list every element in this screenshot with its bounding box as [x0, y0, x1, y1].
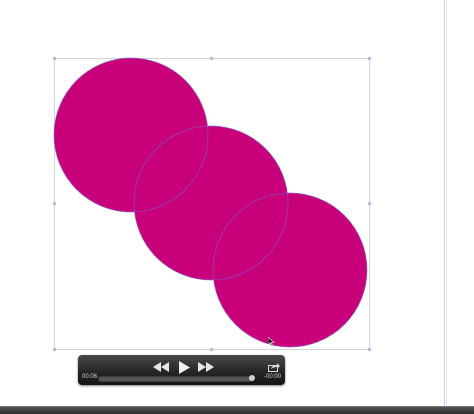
playhead-knob[interactable]	[249, 375, 255, 381]
video-player-controls: 00:06 -00:00	[78, 355, 285, 385]
circles-drawing	[53, 57, 368, 348]
share-icon	[268, 362, 280, 372]
mouse-pointer-icon	[268, 337, 275, 347]
rewind-button[interactable]	[152, 360, 170, 374]
circle-3[interactable]	[213, 193, 367, 347]
fast-forward-icon	[198, 362, 214, 372]
bottom-dock-strip	[0, 406, 474, 414]
play-button[interactable]	[177, 360, 191, 374]
rewind-icon	[153, 362, 169, 372]
remaining-time: -00:00	[263, 374, 281, 380]
share-button[interactable]	[267, 361, 281, 372]
progress-fill	[99, 377, 252, 381]
progress-scrubber[interactable]	[98, 375, 255, 382]
elapsed-time: 00:06	[82, 374, 98, 380]
play-icon	[178, 360, 190, 374]
dock-separator	[0, 406, 474, 407]
fast-forward-button[interactable]	[197, 360, 215, 374]
